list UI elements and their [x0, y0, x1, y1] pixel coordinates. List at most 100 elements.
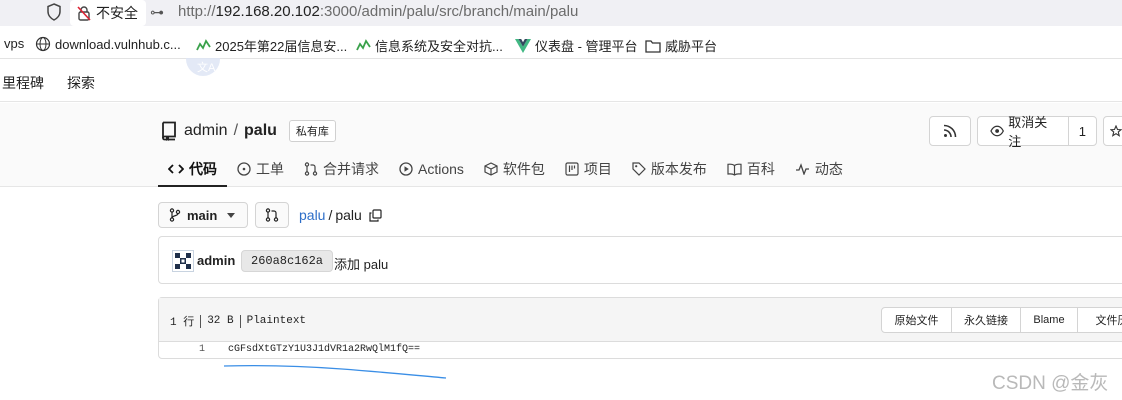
commit-sha-button[interactable]: 260a8c162a [241, 250, 334, 272]
eye-icon [990, 125, 1005, 137]
repo-title-separator: / [233, 122, 239, 139]
repo-header: admin / palu 私有库 取消关注 1 代码 工单 合并请求 Actio… [0, 103, 1122, 187]
branch-name: main [187, 207, 218, 223]
tab-activity[interactable]: 动态 [785, 154, 853, 184]
pulse-icon [795, 163, 809, 175]
nav-milestones[interactable]: 里程碑 [2, 73, 44, 93]
code-icon [168, 164, 184, 174]
tab-label: Actions [418, 161, 464, 177]
star-icon [1110, 125, 1122, 137]
url-host: 192.168.20.102 [215, 3, 320, 20]
unwatch-label-group[interactable]: 取消关注 [978, 115, 1069, 149]
url-text[interactable]: http://192.168.20.102:3000/admin/palu/sr… [178, 3, 578, 20]
folder-icon [645, 39, 661, 53]
file-history-button[interactable]: 文件历 [1077, 307, 1122, 333]
watch-count[interactable]: 1 [1069, 124, 1096, 139]
compare-button[interactable] [255, 202, 289, 228]
file-header: 1 行 32 B Plaintext 原始文件 永久链接 Blame 文件历 [159, 298, 1122, 342]
bookmarks-bar: vps download.vulnhub.c... 2025年第22届信息安..… [0, 32, 1122, 58]
globe-icon [35, 36, 51, 52]
tab-label: 代码 [189, 161, 217, 177]
bookmark-infosys[interactable]: 信息系统及安全对抗... [356, 36, 503, 55]
breadcrumb: palu / palu [299, 207, 382, 223]
bookmark-infosec-2025[interactable]: 2025年第22届信息安... [196, 36, 347, 55]
bookmark-label: 2025年第22届信息安... [215, 39, 348, 54]
site-navbar: 里程碑 探索 [0, 60, 1122, 102]
tab-packages[interactable]: 软件包 [474, 154, 555, 184]
security-label: 不安全 [96, 5, 138, 21]
tab-code[interactable]: 代码 [158, 154, 227, 187]
bookmark-vps[interactable]: vps [4, 36, 24, 51]
tab-wiki[interactable]: 百科 [717, 154, 785, 184]
latest-commit-box: admin 260a8c162a 添加 palu [158, 236, 1122, 284]
rss-icon [943, 124, 957, 138]
vue-logo-icon [515, 38, 531, 53]
bookmark-label: vps [4, 36, 25, 51]
rss-button[interactable] [929, 116, 971, 146]
chart-favicon-icon [356, 38, 371, 50]
tab-label: 动态 [814, 161, 843, 177]
file-info: 1 行 32 B Plaintext [170, 313, 306, 329]
unwatch-label: 取消关注 [1008, 115, 1048, 149]
file-type: Plaintext [246, 315, 307, 327]
repo-icon [162, 121, 176, 141]
tab-issues[interactable]: 工单 [227, 154, 294, 184]
toolbar-divider [0, 58, 1122, 59]
insecure-lock-icon [77, 6, 91, 21]
line-number[interactable]: 1 [199, 344, 205, 355]
commit-author[interactable]: admin [197, 253, 235, 268]
tab-projects[interactable]: 项目 [555, 154, 622, 184]
url-path: :3000/admin/palu/src/branch/main/palu [319, 3, 579, 20]
shield-icon[interactable] [46, 3, 62, 21]
blame-button[interactable]: Blame [1020, 307, 1078, 333]
watermark: CSDN @金灰 [992, 373, 1109, 394]
security-indicator[interactable]: 不安全 [70, 0, 146, 26]
url-prefix: http:// [178, 3, 216, 20]
hand-drawn-underline [223, 364, 447, 379]
file-info-divider [200, 314, 202, 328]
repo-name-link[interactable]: palu [244, 122, 277, 140]
code-line: 1 cGFsdXtGTzY1U3J1dVR1a2RwQlM1fQ== [159, 342, 1122, 359]
breadcrumb-current-file: palu [335, 207, 362, 223]
pull-request-icon [304, 162, 318, 176]
bookmark-vulnhub[interactable]: download.vulnhub.c... [35, 36, 181, 52]
tab-pull-requests[interactable]: 合并请求 [294, 154, 389, 184]
tag-icon [632, 162, 646, 176]
repo-title: admin / palu 私有库 [160, 120, 336, 142]
tab-actions[interactable]: Actions [389, 154, 474, 184]
tab-label: 软件包 [502, 161, 545, 177]
copy-icon[interactable] [369, 208, 382, 222]
avatar[interactable] [172, 250, 194, 272]
bookmark-label: 信息系统及安全对抗... [375, 39, 503, 54]
breadcrumb-separator: / [328, 207, 333, 223]
key-icon[interactable]: ⊶ [150, 4, 164, 21]
chart-favicon-icon [196, 38, 211, 50]
line-content: cGFsdXtGTzY1U3J1dVR1a2RwQlM1fQ== [228, 344, 421, 355]
unwatch-button[interactable]: 取消关注 1 [977, 115, 1097, 149]
nav-explore[interactable]: 探索 [67, 73, 95, 93]
branch-selector[interactable]: main [158, 202, 248, 228]
tab-label: 项目 [583, 161, 612, 177]
compare-icon [265, 208, 279, 222]
bookmark-dashboard[interactable]: 仪表盘 - 管理平台 [515, 36, 638, 55]
book-icon [727, 163, 742, 176]
tab-label: 合并请求 [323, 161, 379, 177]
browser-url-bar[interactable]: 不安全 ⊶ http://192.168.20.102:3000/admin/p… [0, 0, 1122, 26]
raw-file-button[interactable]: 原始文件 [881, 307, 952, 333]
tab-label: 工单 [256, 161, 284, 177]
bookmark-label: 仪表盘 - 管理平台 [535, 39, 638, 54]
bookmark-threat-platform[interactable]: 威胁平台 [645, 36, 717, 55]
commit-message[interactable]: 添加 palu [334, 254, 388, 273]
file-info-divider [239, 314, 241, 328]
tab-releases[interactable]: 版本发布 [622, 154, 717, 184]
issue-icon [237, 162, 251, 176]
permalink-button[interactable]: 永久链接 [951, 307, 1021, 333]
tab-label: 百科 [746, 161, 775, 177]
project-icon [565, 162, 579, 176]
file-view: 1 行 32 B Plaintext 原始文件 永久链接 Blame 文件历 1… [158, 297, 1122, 359]
star-button[interactable] [1103, 116, 1122, 146]
package-icon [484, 162, 498, 176]
play-icon [399, 162, 413, 176]
breadcrumb-repo-link[interactable]: palu [299, 207, 325, 223]
repo-owner-link[interactable]: admin [184, 122, 228, 140]
